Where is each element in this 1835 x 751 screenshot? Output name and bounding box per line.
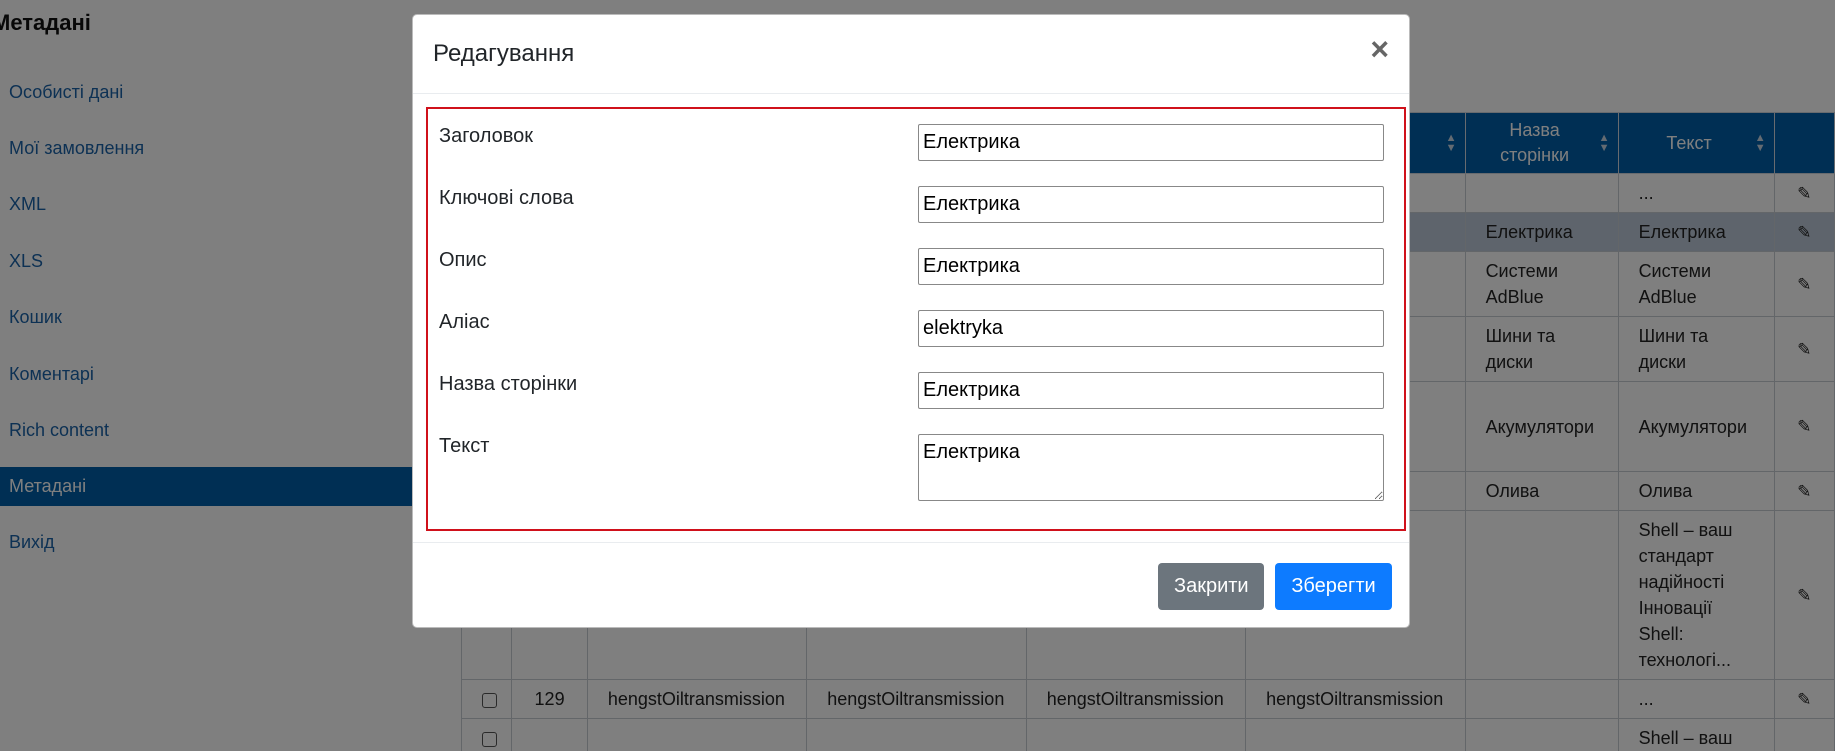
close-icon[interactable]: × — [1370, 33, 1389, 65]
title-label: Заголовок — [439, 125, 534, 147]
modal-title: Редагування — [433, 40, 575, 67]
keywords-input[interactable] — [918, 186, 1384, 223]
page-name-label: Назва сторінки — [439, 373, 578, 395]
page-name-input[interactable] — [918, 372, 1384, 409]
modal-footer: Закрити Зберегти — [413, 542, 1409, 628]
text-label: Текст — [439, 435, 490, 457]
description-label: Опис — [439, 249, 487, 271]
save-button[interactable]: Зберегти — [1275, 563, 1392, 610]
description-input[interactable] — [918, 248, 1384, 285]
edit-form: Заголовок Ключові слова Опис Аліас Назва… — [426, 107, 1406, 531]
text-textarea[interactable]: Електрика — [918, 434, 1384, 501]
title-input[interactable] — [918, 124, 1384, 161]
alias-label: Аліас — [439, 311, 490, 333]
modal-header: Редагування × — [413, 15, 1409, 94]
alias-input[interactable] — [918, 310, 1384, 347]
edit-modal: Редагування × Заголовок Ключові слова Оп… — [412, 14, 1410, 628]
close-button[interactable]: Закрити — [1158, 563, 1264, 610]
keywords-label: Ключові слова — [439, 187, 574, 209]
